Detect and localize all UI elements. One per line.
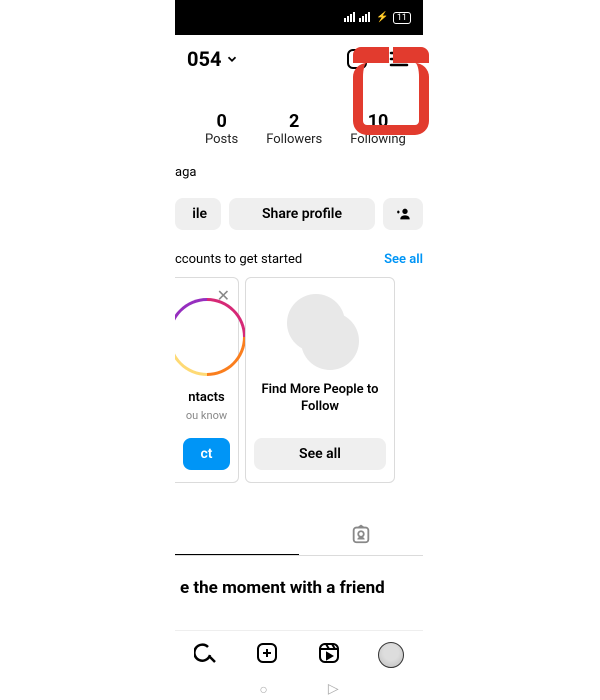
card-find-more: Find More People to Follow See all bbox=[245, 277, 395, 483]
username-fragment: 054 bbox=[187, 47, 221, 71]
stat-followers[interactable]: 2 Followers bbox=[266, 111, 322, 147]
stat-posts-count: 0 bbox=[205, 111, 238, 132]
card-contacts-sub: ou know bbox=[186, 409, 227, 422]
card-contacts: ✕ ntacts ou know ct bbox=[175, 277, 239, 483]
app-viewport: ⚡ 11 054 0 Posts 2 Followers 10 Follo bbox=[175, 0, 423, 700]
create-button[interactable] bbox=[345, 47, 369, 71]
discover-people-button[interactable] bbox=[383, 198, 423, 230]
suggestion-cards: ✕ ntacts ou know ct Find More People to … bbox=[175, 277, 423, 483]
card-contacts-title: ntacts bbox=[188, 390, 224, 407]
hamburger-menu-button[interactable] bbox=[387, 47, 411, 71]
see-all-button[interactable]: See all bbox=[254, 438, 386, 470]
discover-heading: ccounts to get started bbox=[175, 252, 302, 267]
add-person-icon bbox=[395, 206, 411, 222]
people-placeholder-icon bbox=[283, 294, 357, 368]
moment-prompt: e the moment with a friend bbox=[175, 556, 423, 598]
sys-back-icon[interactable]: ▷ bbox=[328, 681, 339, 697]
edit-profile-button[interactable]: ile bbox=[175, 198, 221, 230]
stat-posts[interactable]: 0 Posts bbox=[205, 111, 238, 147]
stat-following-count: 10 bbox=[350, 111, 406, 132]
share-profile-button[interactable]: Share profile bbox=[229, 198, 375, 230]
nav-create[interactable] bbox=[255, 641, 279, 669]
nav-profile[interactable] bbox=[378, 642, 404, 668]
stat-following[interactable]: 10 Following bbox=[350, 111, 406, 147]
stat-followers-count: 2 bbox=[266, 111, 322, 132]
see-all-link[interactable]: See all bbox=[384, 252, 423, 267]
battery-indicator: 11 bbox=[393, 12, 411, 24]
stat-following-label: Following bbox=[350, 132, 406, 147]
status-bar: ⚡ 11 bbox=[175, 0, 423, 35]
stat-followers-label: Followers bbox=[266, 132, 322, 147]
charge-icon: ⚡ bbox=[376, 12, 388, 23]
tab-grid[interactable] bbox=[175, 513, 299, 555]
tab-tagged[interactable] bbox=[299, 513, 423, 555]
tagged-icon bbox=[350, 523, 372, 545]
signal-icon bbox=[344, 10, 372, 25]
reels-icon bbox=[317, 641, 341, 665]
card-findmore-title: Find More People to Follow bbox=[254, 382, 386, 416]
chevron-down-icon bbox=[225, 52, 239, 66]
profile-header: 054 bbox=[175, 35, 423, 83]
system-nav-bar: ○ ▷ bbox=[175, 678, 423, 700]
bottom-nav bbox=[175, 630, 423, 678]
nav-search[interactable] bbox=[194, 641, 218, 669]
stat-posts-label: Posts bbox=[205, 132, 238, 147]
sys-circle-icon[interactable]: ○ bbox=[259, 681, 267, 698]
discover-header: ccounts to get started See all bbox=[175, 230, 423, 277]
display-name: aga bbox=[175, 155, 423, 180]
action-buttons: ile Share profile bbox=[175, 180, 423, 230]
plus-square-icon bbox=[255, 641, 279, 665]
connect-button[interactable]: ct bbox=[183, 438, 230, 470]
username-switcher[interactable]: 054 bbox=[187, 47, 239, 71]
content-tabs bbox=[175, 513, 423, 556]
nav-reels[interactable] bbox=[317, 641, 341, 669]
stats-row: 0 Posts 2 Followers 10 Following bbox=[175, 83, 423, 155]
search-icon bbox=[194, 641, 218, 665]
